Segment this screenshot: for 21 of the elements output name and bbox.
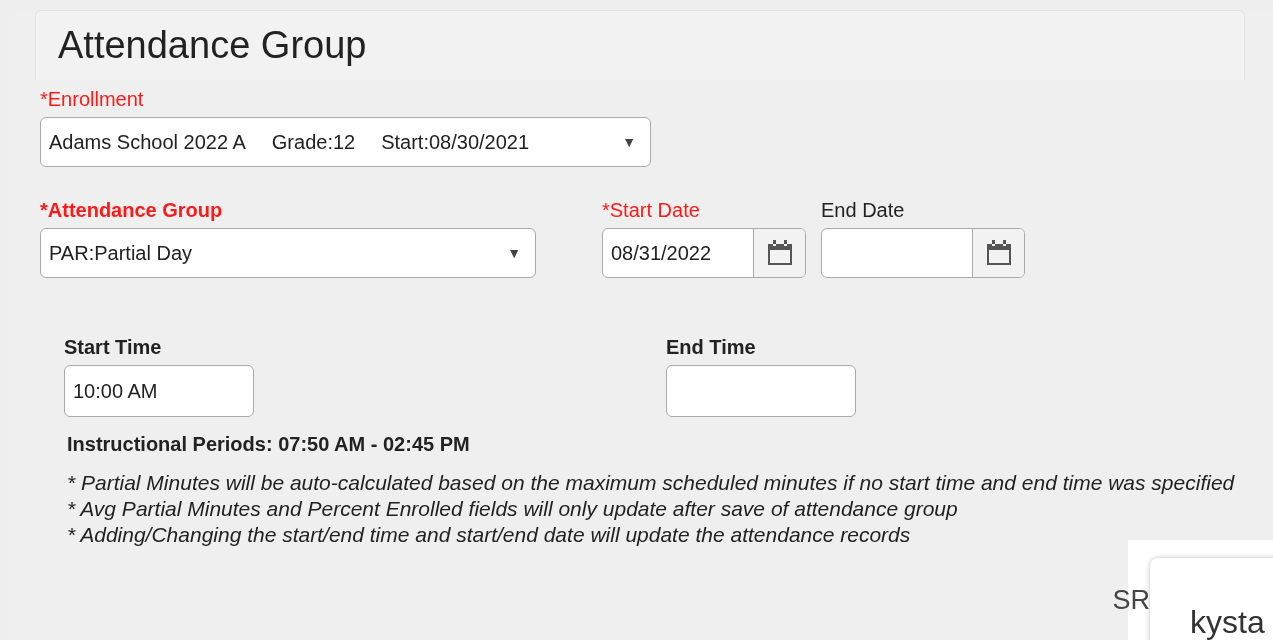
note-text: * Avg Partial Minutes and Percent Enrolled fields will only update after save of attendance group — [67, 496, 959, 522]
field-label: *Attendance Group — [40, 199, 224, 222]
date-field[interactable]: 08/31/2022 — [602, 228, 806, 278]
date-field[interactable] — [821, 228, 1025, 278]
instructional-periods-text: Instructional Periods: 07:50 AM - 02:45 PM — [67, 433, 471, 456]
section-title: Attendance Group — [58, 24, 367, 67]
field-label: Start Time — [64, 336, 163, 359]
attendance-group-select[interactable]: PAR:Partial Day ▼ — [40, 228, 536, 278]
time-field[interactable] — [666, 365, 856, 417]
note-text: * Partial Minutes will be auto-calculated based on the maximum scheduled minutes if no start time and end time was specified — [67, 470, 1236, 496]
field-label: End Time — [666, 336, 757, 359]
time-field[interactable]: 10:00 AM — [64, 365, 254, 417]
field-label: *Start Date — [602, 199, 701, 222]
calendar-button[interactable] — [973, 229, 1024, 277]
card-text: kysta — [1190, 604, 1265, 640]
enrollment-select[interactable]: Adams School 2022 A Grade:12 Start:08/30/2021 ▼ — [40, 117, 651, 167]
window-text: SR — [1111, 585, 1150, 616]
calendar-button[interactable] — [754, 229, 805, 277]
note-text: * Adding/Changing the start/end time and start/end date will update the attendance records — [67, 522, 912, 548]
field-label: End Date — [821, 199, 906, 222]
field-label: *Enrollment — [40, 88, 145, 111]
